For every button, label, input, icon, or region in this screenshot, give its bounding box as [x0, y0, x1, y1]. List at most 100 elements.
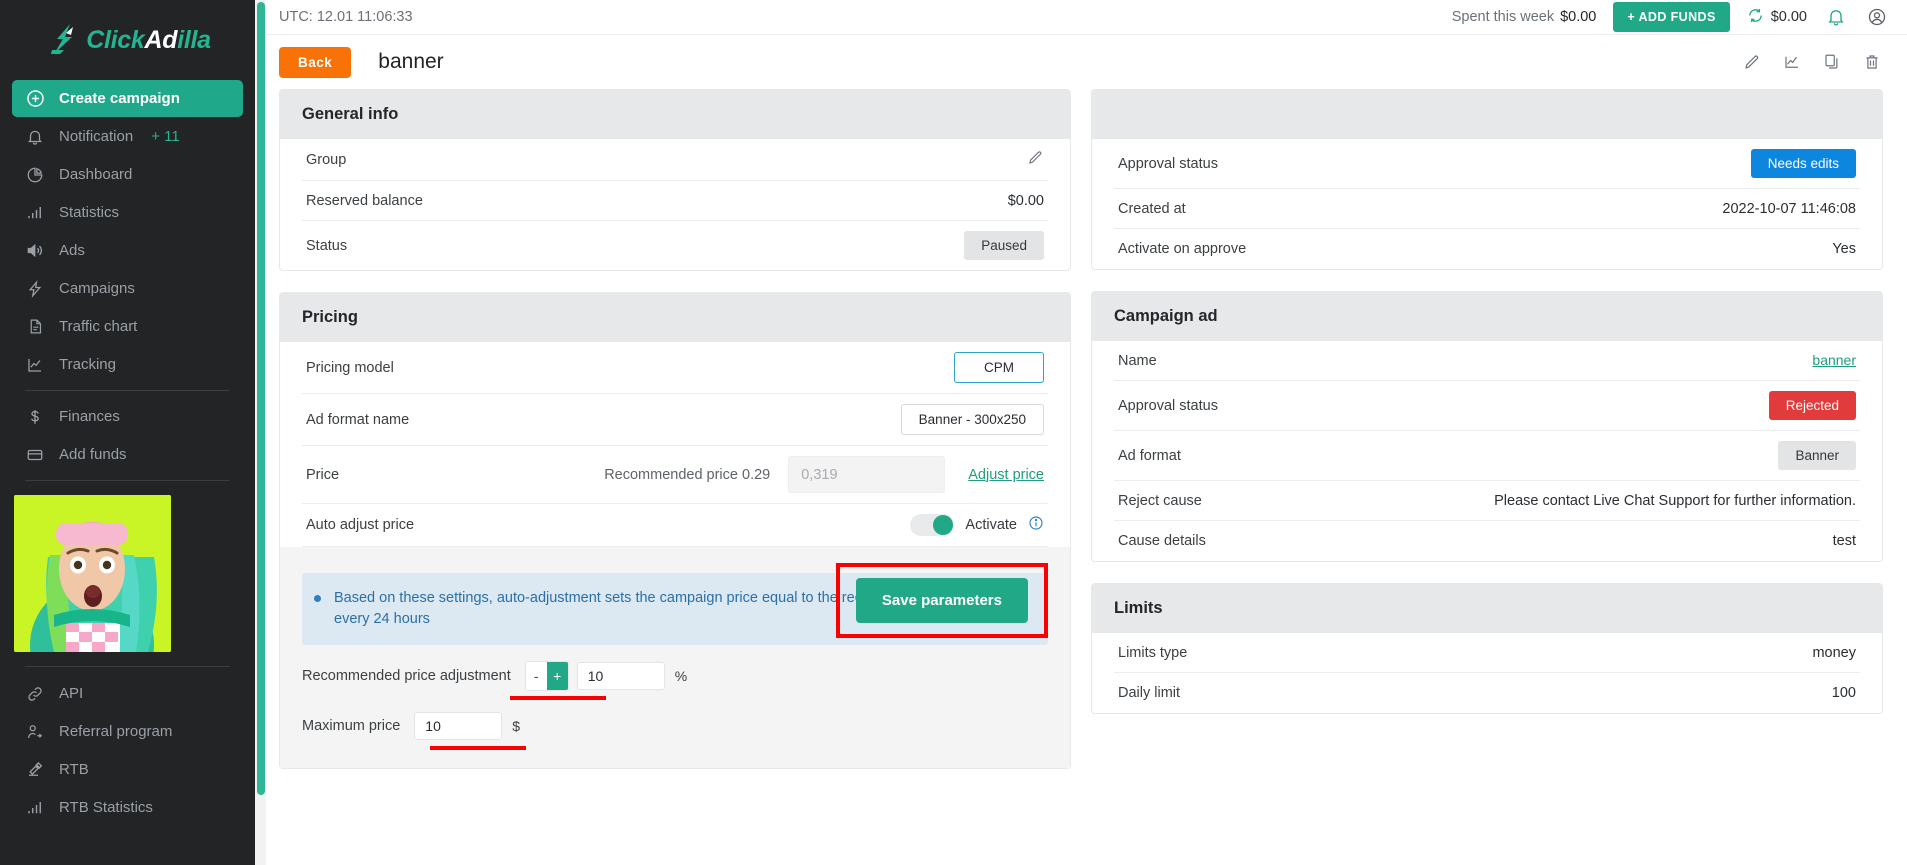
- notifications-bell-icon[interactable]: [1824, 5, 1848, 29]
- sidebar-item-api[interactable]: API: [12, 675, 243, 712]
- recommended-price-adjustment-row: Recommended price adjustment - + %: [302, 661, 1048, 691]
- row-label: Approval status: [1118, 398, 1218, 414]
- brand-part-2: Ad: [144, 26, 177, 54]
- sidebar-item-traffic-chart[interactable]: Traffic chart: [12, 308, 243, 345]
- trash-icon[interactable]: [1859, 49, 1885, 75]
- info-icon[interactable]: [1028, 515, 1044, 535]
- toggle-knob: [933, 515, 953, 535]
- content-scrollbar[interactable]: [255, 0, 266, 865]
- adjustment-plus-button[interactable]: +: [547, 662, 568, 690]
- spent-value: $0.00: [1560, 9, 1596, 25]
- row-approval-status: Approval status Needs edits: [1114, 139, 1860, 189]
- sidebar-nav: Create campaign Notification + 11 Dashbo…: [0, 80, 255, 481]
- lightning-icon: [25, 279, 45, 299]
- campaign-ad-body: Name banner Approval status Rejected Ad …: [1092, 341, 1882, 561]
- adjustment-input-highlight: [510, 696, 606, 700]
- sidebar-item-rtb[interactable]: RTB: [12, 751, 243, 788]
- row-created-at: Created at 2022-10-07 11:46:08: [1114, 189, 1860, 229]
- sidebar-item-campaigns[interactable]: Campaigns: [12, 270, 243, 307]
- row-value: 2022-10-07 11:46:08: [1722, 201, 1856, 217]
- row-value: $0.00: [1008, 193, 1044, 209]
- pricing-model-badge: CPM: [954, 352, 1044, 383]
- limits-title: Limits: [1092, 584, 1882, 633]
- sidebar-item-finances[interactable]: Finances: [12, 398, 243, 435]
- row-value: Yes: [1832, 241, 1856, 257]
- add-funds-button[interactable]: + ADD FUNDS: [1613, 2, 1729, 32]
- save-parameters-button[interactable]: Save parameters: [856, 578, 1028, 623]
- row-label: Activate on approve: [1118, 241, 1246, 257]
- main-area: UTC: 12.01 11:06:33 Spent this week$0.00…: [255, 0, 1907, 865]
- row-label: Group: [306, 152, 346, 168]
- adjustment-input[interactable]: [577, 662, 665, 690]
- general-info-card-left: General info Group Reserved balance $0.0…: [279, 89, 1071, 271]
- sidebar-divider-3: [25, 666, 230, 667]
- back-button[interactable]: Back: [279, 47, 351, 78]
- row-label: Approval status: [1118, 156, 1218, 172]
- auto-adjust-toggle[interactable]: [910, 514, 954, 536]
- plus-circle-icon: [25, 89, 45, 109]
- row-label: Price: [306, 467, 339, 483]
- adjust-price-link[interactable]: Adjust price: [968, 467, 1044, 483]
- row-ad-format: Ad format Banner: [1114, 431, 1860, 481]
- sidebar-item-statistics[interactable]: Statistics: [12, 194, 243, 231]
- sidebar-item-create-campaign[interactable]: Create campaign: [12, 80, 243, 117]
- campaign-ad-card: Campaign ad Name banner Approval status …: [1091, 291, 1883, 562]
- maximum-price-row: Maximum price $: [302, 712, 1048, 740]
- page-header: Back banner: [255, 35, 1907, 89]
- ad-name-link[interactable]: banner: [1812, 352, 1856, 368]
- price-input[interactable]: 0,319: [788, 456, 945, 493]
- row-value: 100: [1832, 685, 1856, 701]
- page-content: General info Group Reserved balance $0.0…: [255, 89, 1907, 865]
- sidebar-item-tracking[interactable]: Tracking: [12, 346, 243, 383]
- dollar-icon: [25, 407, 45, 427]
- auto-adjust-controls: Activate: [910, 514, 1044, 536]
- line-chart-icon: [25, 355, 45, 375]
- row-label: Daily limit: [1118, 685, 1180, 701]
- brand-text: ClickAdilla: [86, 26, 211, 55]
- sidebar-item-notification[interactable]: Notification + 11: [12, 118, 243, 155]
- copy-icon[interactable]: [1819, 49, 1845, 75]
- sidebar-item-rtb-statistics[interactable]: RTB Statistics: [12, 789, 243, 826]
- approval-status-badge[interactable]: Needs edits: [1751, 149, 1856, 178]
- group-edit-icon[interactable]: [1027, 149, 1044, 170]
- sidebar-item-label: Statistics: [59, 204, 119, 221]
- chart-icon[interactable]: [1779, 49, 1805, 75]
- brand-part-3: illa: [177, 26, 211, 54]
- pricing-card: Pricing Pricing model CPM Ad format name…: [279, 292, 1071, 769]
- activate-label: Activate: [965, 517, 1017, 533]
- promo-banner[interactable]: [14, 495, 171, 652]
- right-column: Approval status Needs edits Created at 2…: [1091, 89, 1883, 790]
- scrollbar-thumb[interactable]: [257, 2, 265, 795]
- adjustment-stepper: - +: [525, 661, 569, 691]
- edit-pencil-icon[interactable]: [1739, 49, 1765, 75]
- row-label: Created at: [1118, 201, 1186, 217]
- status-badge: Paused: [964, 231, 1044, 260]
- general-info-card-right: Approval status Needs edits Created at 2…: [1091, 89, 1883, 270]
- row-ad-approval-status: Approval status Rejected: [1114, 381, 1860, 431]
- sidebar-item-label: Finances: [59, 408, 120, 425]
- row-label: Limits type: [1118, 645, 1187, 661]
- general-info-body-left: Group Reserved balance $0.00 Status: [280, 139, 1070, 270]
- sidebar-item-label: Tracking: [59, 356, 116, 373]
- sidebar-item-ads[interactable]: Ads: [12, 232, 243, 269]
- sidebar-item-add-funds[interactable]: Add funds: [12, 436, 243, 473]
- sidebar-item-dashboard[interactable]: Dashboard: [12, 156, 243, 193]
- two-column-layout: General info Group Reserved balance $0.0…: [279, 89, 1883, 790]
- link-icon: [25, 684, 45, 704]
- sidebar-nav-secondary: API Referral program RTB RTB Statistics: [0, 666, 255, 826]
- brand-logo-area[interactable]: ClickAdilla: [0, 0, 255, 80]
- row-label: Name: [1118, 353, 1157, 369]
- max-price-input[interactable]: [414, 712, 502, 740]
- balance-value: $0.00: [1771, 9, 1807, 25]
- sidebar-item-label: Traffic chart: [59, 318, 137, 335]
- account-balance[interactable]: $0.00: [1747, 7, 1807, 28]
- adjustment-label: Recommended price adjustment: [302, 668, 511, 684]
- row-label: Pricing model: [306, 360, 394, 376]
- account-icon[interactable]: [1865, 5, 1889, 29]
- promo-image: [14, 495, 171, 652]
- refresh-icon[interactable]: [1747, 7, 1764, 28]
- auto-adjust-panel: Based on these settings, auto-adjustment…: [280, 547, 1070, 768]
- adjustment-minus-button[interactable]: -: [526, 662, 547, 690]
- sidebar-item-referral-program[interactable]: Referral program: [12, 713, 243, 750]
- sidebar-item-label: RTB: [59, 761, 89, 778]
